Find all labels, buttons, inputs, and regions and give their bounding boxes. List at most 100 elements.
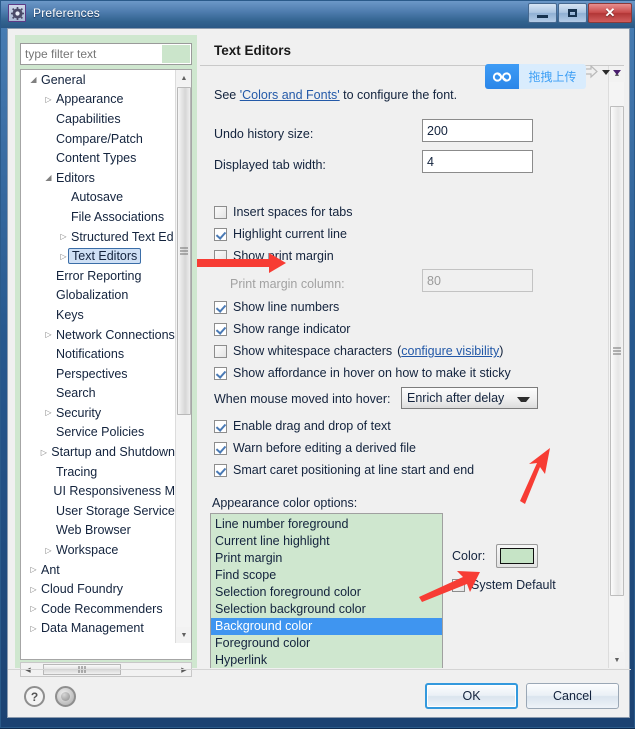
sidebar-item-capabilities[interactable]: Capabilities [21,109,176,129]
forward-dropdown-icon[interactable] [602,69,610,75]
sidebar-item-search[interactable]: Search [21,384,176,404]
checkbox-box[interactable] [214,205,227,219]
page-vertical-scrollbar[interactable]: ▲ ▼ [608,66,625,668]
color-option-background-color[interactable]: Background color [211,618,442,635]
checkbox-box[interactable] [214,322,227,336]
close-button[interactable]: ✕ [588,3,632,23]
checkbox-show-line-numbers[interactable]: Show line numbers [214,300,339,314]
cancel-button[interactable]: Cancel [526,683,619,709]
sidebar-item-service-policies[interactable]: Service Policies [21,423,176,443]
sidebar-item-structured-text-ed[interactable]: ▷ Structured Text Ed [21,227,176,247]
undo-history-input[interactable] [422,119,533,142]
scroll-down-icon[interactable]: ▼ [609,652,625,668]
checkbox-show-whitespace-characters[interactable]: Show whitespace characters (configure vi… [214,344,503,358]
sidebar-item-error-reporting[interactable]: Error Reporting [21,266,176,286]
color-option-find-scope[interactable]: Find scope [211,567,442,584]
sidebar-item-label: Search [56,386,96,401]
checkbox-system-default[interactable]: System Default [452,578,556,592]
maximize-button[interactable] [558,3,587,23]
search-input[interactable] [21,44,161,64]
checkbox-smart-caret-positioning[interactable]: Smart caret positioning at line start an… [214,463,474,477]
sidebar-item-startup-and-shutdown[interactable]: ▷ Startup and Shutdown [21,442,176,462]
twisty-expanded-icon[interactable]: ◢ [27,75,40,84]
appearance-color-options-label: Appearance color options: [212,496,358,510]
sidebar-item-perspectives[interactable]: Perspectives [21,364,176,384]
sidebar-item-keys[interactable]: Keys [21,305,176,325]
twisty-collapsed-icon[interactable]: ▷ [42,408,55,417]
sidebar-item-security[interactable]: ▷ Security [21,403,176,423]
ok-button[interactable]: OK [425,683,518,709]
checkbox-box[interactable] [214,366,227,380]
tree-vertical-scrollbar[interactable]: ▲ ▼ [175,70,191,643]
color-option-selection-background-color[interactable]: Selection background color [211,601,442,618]
hover-mode-select[interactable]: Enrich after delay [401,387,538,409]
configure-visibility-link[interactable]: configure visibility [401,344,499,358]
twisty-collapsed-icon[interactable]: ▷ [42,330,55,339]
sidebar-item-globalization[interactable]: Globalization [21,286,176,306]
sidebar-item-data-management[interactable]: ▷ Data Management [21,619,176,639]
colors-and-fonts-link[interactable]: 'Colors and Fonts' [240,88,340,102]
color-option-current-line-highlight[interactable]: Current line highlight [211,533,442,550]
twisty-collapsed-icon[interactable]: ▷ [57,232,70,241]
sidebar-item-autosave[interactable]: Autosave [21,188,176,208]
sidebar-item-network-connections[interactable]: ▷ Network Connections [21,325,176,345]
checkbox-box[interactable] [214,344,227,358]
twisty-collapsed-icon[interactable]: ▷ [27,565,40,574]
sidebar-item-tracing[interactable]: Tracing [21,462,176,482]
sidebar-item-workspace[interactable]: ▷ Workspace [21,540,176,560]
tab-width-input[interactable] [422,150,533,173]
checkbox-box[interactable] [214,419,227,433]
scroll-up-icon[interactable]: ▲ [176,70,191,86]
twisty-collapsed-icon[interactable]: ▷ [42,95,55,104]
sidebar-item-user-storage-service[interactable]: User Storage Service [21,501,176,521]
twisty-collapsed-icon[interactable]: ▷ [27,624,40,633]
color-option-hyperlink[interactable]: Hyperlink [211,652,442,668]
checkbox-box[interactable] [214,441,227,455]
tree-scrollbar-thumb[interactable] [177,87,191,415]
sidebar-item-content-types[interactable]: Content Types [21,148,176,168]
color-option-foreground-color[interactable]: Foreground color [211,635,442,652]
sidebar-item-editors[interactable]: ◢ Editors [21,168,176,188]
twisty-collapsed-icon[interactable]: ▷ [42,546,55,555]
checkbox-box[interactable] [214,300,227,314]
twisty-collapsed-icon[interactable]: ▷ [27,604,40,613]
sidebar-item-text-editors[interactable]: ▷ Text Editors [21,246,176,266]
color-option-selection-foreground-color[interactable]: Selection foreground color [211,584,442,601]
sidebar-item-file-associations[interactable]: File Associations [21,207,176,227]
appearance-color-options-list[interactable]: Line number foreground Current line highl… [210,513,443,668]
scroll-down-icon[interactable]: ▼ [176,627,191,643]
sidebar-item-cloud-foundry[interactable]: ▷ Cloud Foundry [21,579,176,599]
twisty-collapsed-icon[interactable]: ▷ [27,585,40,594]
twisty-collapsed-icon[interactable]: ▷ [37,448,50,457]
twisty-expanded-icon[interactable]: ◢ [42,173,55,182]
baidu-upload-widget[interactable]: 拖拽上传 [485,64,586,89]
checkbox-show-range-indicator[interactable]: Show range indicator [214,322,350,336]
help-button[interactable]: ? [24,686,45,707]
checkbox-insert-spaces-for-tabs[interactable]: Insert spaces for tabs [214,205,353,219]
checkbox-box[interactable] [452,578,465,592]
checkbox-show-affordance-in-hover[interactable]: Show affordance in hover on how to make … [214,366,511,380]
checkbox-show-print-margin[interactable]: Show print margin [214,249,334,263]
checkbox-box[interactable] [214,249,227,263]
sidebar-item-general[interactable]: ◢ General [21,70,176,90]
sidebar-item-ui-responsiveness-m[interactable]: UI Responsiveness M [21,481,176,501]
sidebar-item-label: Data Management [41,621,144,636]
menu-dropdown-icon[interactable] [613,69,621,75]
sidebar-item-appearance[interactable]: ▷ Appearance [21,90,176,110]
sidebar-item-web-browser[interactable]: Web Browser [21,521,176,541]
checkbox-box[interactable] [214,227,227,241]
checkbox-warn-before-editing-derived-file[interactable]: Warn before editing a derived file [214,441,416,455]
color-option-line-number-foreground[interactable]: Line number foreground [211,516,442,533]
checkbox-enable-drag-and-drop[interactable]: Enable drag and drop of text [214,419,391,433]
minimize-button[interactable] [528,3,557,23]
restore-defaults-button[interactable] [55,686,76,707]
checkbox-highlight-current-line[interactable]: Highlight current line [214,227,347,241]
color-option-print-margin[interactable]: Print margin [211,550,442,567]
sidebar-item-ant[interactable]: ▷ Ant [21,560,176,580]
sidebar-item-compare-patch[interactable]: Compare/Patch [21,129,176,149]
color-picker-button[interactable] [496,544,538,568]
sidebar-item-notifications[interactable]: Notifications [21,344,176,364]
page-scrollbar-thumb[interactable] [610,106,624,596]
checkbox-box[interactable] [214,463,227,477]
sidebar-item-code-recommenders[interactable]: ▷ Code Recommenders [21,599,176,619]
